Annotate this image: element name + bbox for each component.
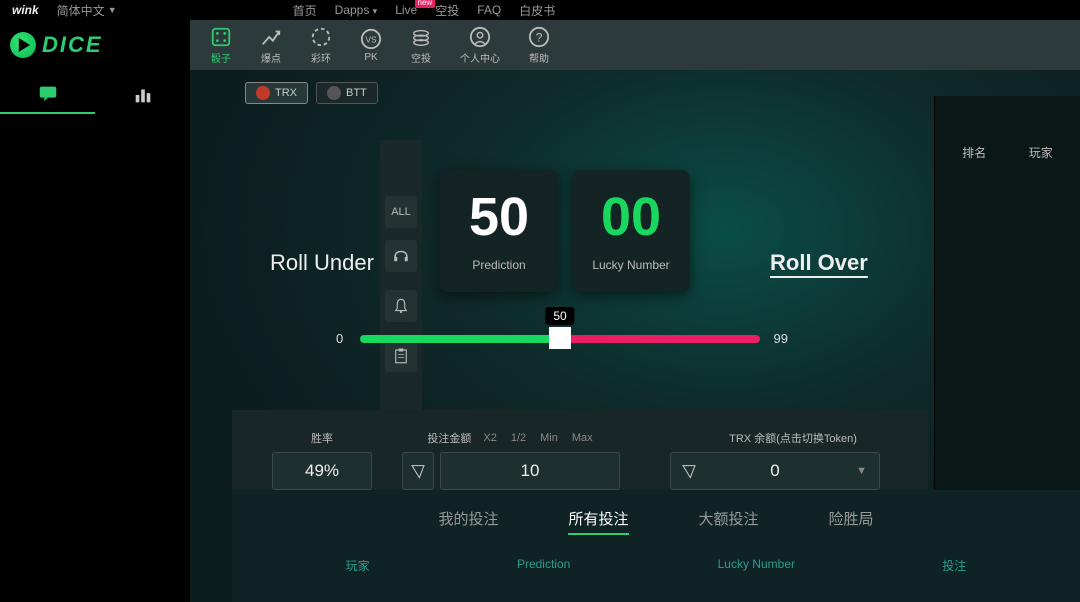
- language-selector[interactable]: 简体中文 ▼: [57, 2, 117, 19]
- player-header: 玩家: [1029, 144, 1053, 161]
- coins-icon: [410, 26, 432, 48]
- main-game-area: ALL TRX BTT Roll Under Roll Over 50 Pred…: [190, 70, 1080, 602]
- nav-live[interactable]: Live new: [395, 3, 417, 17]
- chat-tab-messages[interactable]: [0, 82, 95, 114]
- svg-text:VS: VS: [365, 35, 377, 44]
- slider-min: 0: [336, 331, 343, 346]
- col-player: 玩家: [346, 557, 370, 574]
- clipboard-icon: [392, 347, 410, 365]
- roll-under-label[interactable]: Roll Under: [270, 250, 374, 276]
- nav-whitepaper[interactable]: 白皮书: [519, 2, 555, 19]
- chat-sidebar: [0, 70, 190, 602]
- token-selector: TRX BTT: [245, 82, 378, 104]
- nav-airdrop[interactable]: 空投: [435, 2, 459, 19]
- stat-cards: 50 Prediction 00 Lucky Number: [440, 170, 690, 292]
- game-tab-profile[interactable]: 个人中心: [460, 26, 500, 65]
- bet-half[interactable]: 1/2: [509, 432, 528, 444]
- balance-selector[interactable]: 0 ▼: [670, 452, 880, 490]
- slider-thumb[interactable]: [549, 327, 571, 349]
- game-tab-pk[interactable]: VS PK: [360, 28, 382, 63]
- history-panel: 我的投注 所有投注 大额投注 险胜局 玩家 Prediction Lucky N…: [232, 490, 1080, 602]
- svg-text:?: ?: [536, 30, 543, 44]
- prediction-value: 50: [469, 190, 529, 244]
- new-badge: new: [415, 0, 436, 8]
- bell-icon: [392, 297, 410, 315]
- mini-notes-button[interactable]: [385, 340, 417, 372]
- nav-home[interactable]: 首页: [293, 2, 317, 19]
- hist-tab-my-bets[interactable]: 我的投注: [438, 508, 498, 535]
- prediction-label: Prediction: [472, 258, 525, 272]
- game-tab-help[interactable]: ? 帮助: [528, 26, 550, 65]
- bet-x2[interactable]: X2: [481, 432, 498, 444]
- game-tab-crash[interactable]: 爆点: [260, 26, 282, 65]
- hist-tab-high-rollers[interactable]: 大额投注: [699, 508, 759, 535]
- brand-dice[interactable]: DICE: [0, 20, 190, 70]
- chevron-down-icon: ▾: [373, 6, 378, 16]
- chevron-down-icon: ▼: [108, 5, 117, 15]
- bars-icon: [132, 84, 154, 106]
- col-bet: 投注: [942, 557, 966, 574]
- token-btt[interactable]: BTT: [316, 82, 378, 104]
- game-tab-airdrop[interactable]: 空投: [410, 26, 432, 65]
- win-chance-label: 胜率: [311, 430, 333, 446]
- chat-icon: [37, 82, 59, 104]
- vs-icon: VS: [360, 28, 382, 50]
- chevron-down-icon: ▼: [856, 465, 867, 477]
- bet-token-icon: [402, 452, 434, 490]
- chart-up-icon: [260, 26, 282, 48]
- trx-icon: [256, 86, 270, 100]
- probability-slider[interactable]: 50 0 99: [360, 335, 760, 343]
- leaderboard-panel: 排名 玩家: [934, 96, 1080, 496]
- language-label: 简体中文: [57, 2, 105, 19]
- bet-amount-input[interactable]: 10: [440, 452, 620, 490]
- mini-headset-button[interactable]: [385, 240, 417, 272]
- brand-wink[interactable]: wink: [12, 3, 39, 17]
- balance-value: 0: [770, 461, 779, 481]
- slider-value-tooltip: 50: [545, 307, 574, 325]
- game-tab-dice[interactable]: 骰子: [210, 26, 232, 65]
- lucky-value: 00: [601, 190, 661, 244]
- col-lucky: Lucky Number: [718, 557, 795, 574]
- mini-notify-button[interactable]: [385, 290, 417, 322]
- roll-over-label[interactable]: Roll Over: [770, 250, 868, 276]
- history-columns: 玩家 Prediction Lucky Number 投注: [232, 547, 1080, 574]
- help-icon: ?: [528, 26, 550, 48]
- dice-logo-icon: [10, 32, 36, 58]
- headset-icon: [392, 247, 410, 265]
- prediction-card: 50 Prediction: [440, 170, 558, 292]
- tron-icon: [681, 463, 697, 479]
- bet-amount-label: 投注金额: [427, 430, 471, 446]
- game-tab-ring[interactable]: 彩环: [310, 26, 332, 65]
- chat-tab-leaderboard[interactable]: [95, 84, 190, 114]
- hist-tab-all-bets[interactable]: 所有投注: [568, 508, 628, 535]
- ring-icon: [310, 26, 332, 48]
- lucky-card: 00 Lucky Number: [572, 170, 690, 292]
- bet-max[interactable]: Max: [570, 432, 595, 444]
- hist-tab-rare-wins[interactable]: 险胜局: [829, 508, 874, 535]
- brand-dice-text: DICE: [42, 32, 103, 58]
- rank-header: 排名: [962, 144, 986, 161]
- bet-min[interactable]: Min: [538, 432, 560, 444]
- dice-icon: [210, 26, 232, 48]
- nav-faq[interactable]: FAQ: [477, 3, 501, 17]
- top-nav: wink 简体中文 ▼ 首页 Dapps ▾ Live new 空投 FAQ 白…: [0, 0, 1080, 20]
- person-icon: [469, 26, 491, 48]
- win-chance-value: 49%: [272, 452, 372, 490]
- token-trx[interactable]: TRX: [245, 82, 308, 104]
- balance-label: TRX 余额(点击切换Token): [729, 430, 857, 446]
- history-tabs: 我的投注 所有投注 大额投注 险胜局: [232, 490, 1080, 547]
- filter-all[interactable]: ALL: [385, 196, 417, 228]
- btt-icon: [327, 86, 341, 100]
- tron-icon: [410, 463, 426, 479]
- col-prediction: Prediction: [517, 557, 570, 574]
- lucky-label: Lucky Number: [592, 258, 669, 272]
- slider-max: 99: [774, 331, 788, 346]
- nav-dapps[interactable]: Dapps ▾: [335, 3, 378, 17]
